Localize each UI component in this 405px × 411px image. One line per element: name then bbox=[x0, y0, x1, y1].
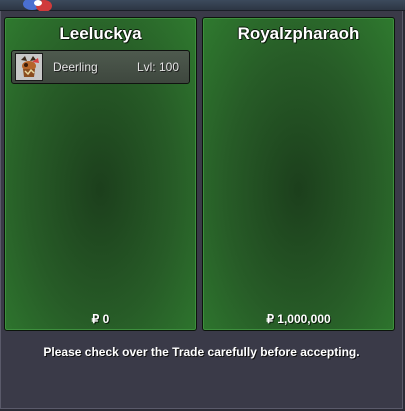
right-trade-panel: Royalzpharaoh ₽ 1,000,000 bbox=[202, 17, 395, 331]
right-player-name: Royalzpharaoh bbox=[237, 24, 360, 43]
right-money-offer: ₽ 1,000,000 bbox=[266, 312, 331, 326]
pokemon-name: Deerling bbox=[53, 60, 98, 74]
left-money-offer: ₽ 0 bbox=[91, 312, 110, 326]
trade-notice: Please check over the Trade carefully be… bbox=[43, 345, 360, 359]
top-bar bbox=[0, 0, 405, 12]
left-player-name: Leeluckya bbox=[59, 24, 142, 43]
deerling-icon bbox=[15, 53, 43, 81]
trade-window: Leeluckya Deerling Lvl: 100 ₽ 0 Royalzph… bbox=[0, 11, 403, 409]
left-trade-panel: Leeluckya Deerling Lvl: 100 ₽ 0 bbox=[4, 17, 197, 331]
pokemon-level: Lvl: 100 bbox=[136, 60, 179, 74]
pokemon-slot[interactable]: Deerling Lvl: 100 bbox=[11, 50, 190, 84]
